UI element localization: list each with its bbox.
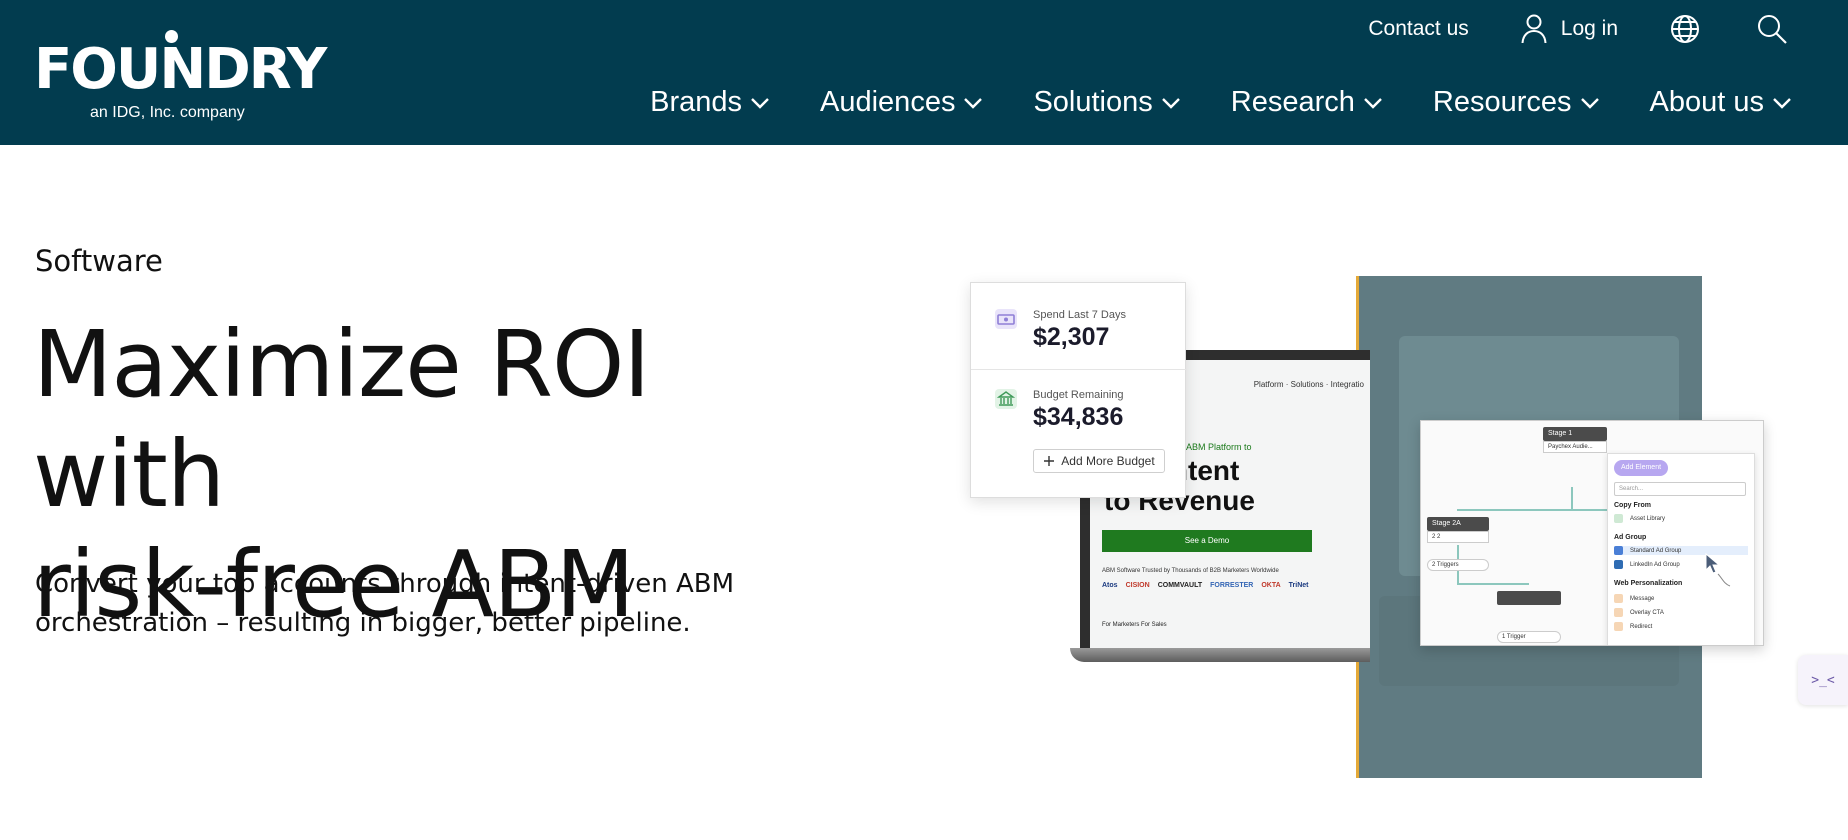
budget-remaining-value: $34,836 [1033, 403, 1124, 431]
laptop-base [1070, 648, 1370, 662]
nav-item-solutions[interactable]: Solutions [1033, 86, 1180, 119]
contact-us-link[interactable]: Contact us [1368, 17, 1468, 41]
nav-label: Brands [650, 86, 743, 118]
logo-dot [165, 30, 178, 43]
chat-widget-tab[interactable]: >_< [1798, 655, 1848, 705]
search-button[interactable] [1756, 13, 1788, 45]
add-budget-label: Add More Budget [1061, 454, 1155, 468]
customer-logo: FORRESTER [1210, 582, 1254, 589]
log-in-link[interactable]: Log in [1521, 14, 1618, 44]
flow-connector [1457, 509, 1607, 511]
add-budget-button: Add More Budget [1033, 449, 1165, 473]
subhead-line-1: Convert your top accounts through intent… [35, 569, 735, 599]
screen-nav: Platform · Solutions · Integratio [1253, 380, 1364, 389]
menu-section-copy: Copy From [1614, 502, 1651, 509]
hero-image: Platform · Solutions · Integratio Orches… [960, 270, 1780, 780]
chevron-down-icon [1580, 97, 1599, 109]
menu-option-redirect: Redirect [1614, 622, 1652, 631]
language-selector[interactable] [1670, 14, 1700, 44]
log-in-label: Log in [1560, 17, 1618, 40]
spend-value: $2,307 [1033, 323, 1110, 351]
flow-connector [1457, 583, 1529, 585]
utility-nav: Contact us Log in [1368, 12, 1788, 46]
screen-demo-button: See a Demo [1102, 530, 1312, 552]
nav-item-audiences[interactable]: Audiences [820, 86, 983, 119]
nav-label: Research [1230, 86, 1355, 118]
card-divider [971, 369, 1187, 370]
customer-logo: Atos [1102, 582, 1118, 589]
screen-tabs: For Marketers For Sales [1102, 622, 1167, 628]
cursor-icon [1705, 552, 1731, 587]
hero-subhead: Convert your top accounts through intent… [35, 565, 795, 643]
search-icon [1758, 15, 1787, 44]
customer-logo: TriNet [1288, 582, 1309, 589]
screen-trust-text: ABM Software Trusted by Thousands of B2B… [1102, 568, 1279, 574]
user-icon [1521, 14, 1547, 44]
hero-eyebrow: Software [35, 244, 163, 278]
menu-option-asset-library: Asset Library [1614, 514, 1665, 523]
customer-logo: OKTA [1261, 582, 1281, 589]
journey-flow-card: Stage 1 Paychex Audie... Stage 2A 2 2 2 … [1420, 420, 1764, 646]
nav-item-research[interactable]: Research [1231, 86, 1383, 119]
foundry-logo[interactable]: FOUNDRY an IDG, Inc. company [34, 30, 327, 128]
chevron-down-icon [964, 97, 983, 109]
logo-wordmark: FOUNDRY [34, 37, 327, 102]
site-header: FOUNDRY an IDG, Inc. company Contact us … [0, 0, 1848, 145]
nav-item-resources[interactable]: Resources [1433, 86, 1600, 119]
subhead-line-2: orchestration – resulting in bigger, bet… [35, 608, 691, 638]
spend-label: Spend Last 7 Days [1033, 309, 1126, 321]
plus-icon [1044, 456, 1055, 466]
headline-line-1: Maximize ROI with [33, 311, 651, 528]
customer-logo: CISION [1125, 582, 1150, 589]
trigger-pill: 1 Trigger [1497, 631, 1561, 643]
globe-icon [1671, 15, 1699, 43]
main-nav: Brands Audiences Solutions Research Reso… [650, 86, 1792, 119]
nav-label: Solutions [1033, 86, 1153, 118]
stage-1-node: Stage 1 [1543, 427, 1607, 441]
budget-card: Spend Last 7 Days $2,307 Budget Remainin… [970, 282, 1187, 498]
menu-option-overlay-cta: Overlay CTA [1614, 608, 1664, 617]
menu-section-ad-group: Ad Group [1614, 534, 1647, 541]
customer-logo: COMMVAULT [1157, 582, 1203, 589]
nav-label: About us [1649, 86, 1764, 118]
menu-search-field: Search... [1614, 482, 1746, 496]
nav-label: Audiences [820, 86, 956, 118]
menu-section-web: Web Personalization [1614, 580, 1683, 587]
nav-item-about-us[interactable]: About us [1650, 86, 1792, 119]
chevron-down-icon [1773, 97, 1791, 109]
flow-connector [1571, 487, 1573, 511]
chevron-down-icon [751, 97, 769, 109]
add-element-button: Add Element [1614, 460, 1668, 476]
menu-option-message: Message [1614, 594, 1654, 603]
logo-tagline: an IDG, Inc. company [90, 104, 245, 121]
stage-2a-node: Stage 2A [1427, 517, 1489, 531]
menu-option-linkedin-ad-group: LinkedIn Ad Group [1614, 560, 1680, 569]
triggers-pill: 2 Triggers [1427, 559, 1489, 571]
nav-item-brands[interactable]: Brands [650, 86, 770, 119]
bank-icon [995, 389, 1017, 409]
stage-1-audience: Paychex Audie... [1543, 441, 1607, 453]
stage-2a-counts: 2 2 [1427, 531, 1489, 543]
screen-customer-logos: Atos CISION COMMVAULT FORRESTER OKTA Tri… [1102, 582, 1308, 589]
nav-label: Resources [1432, 86, 1572, 118]
stage-node [1497, 591, 1561, 605]
chevron-down-icon [1364, 97, 1382, 109]
chevron-down-icon [1161, 97, 1180, 109]
cash-icon [995, 309, 1017, 329]
budget-remaining-label: Budget Remaining [1033, 389, 1124, 401]
chat-widget-glyph: >_< [1811, 672, 1835, 688]
add-element-menu: Add Element Search... Copy From Asset Li… [1607, 453, 1755, 645]
